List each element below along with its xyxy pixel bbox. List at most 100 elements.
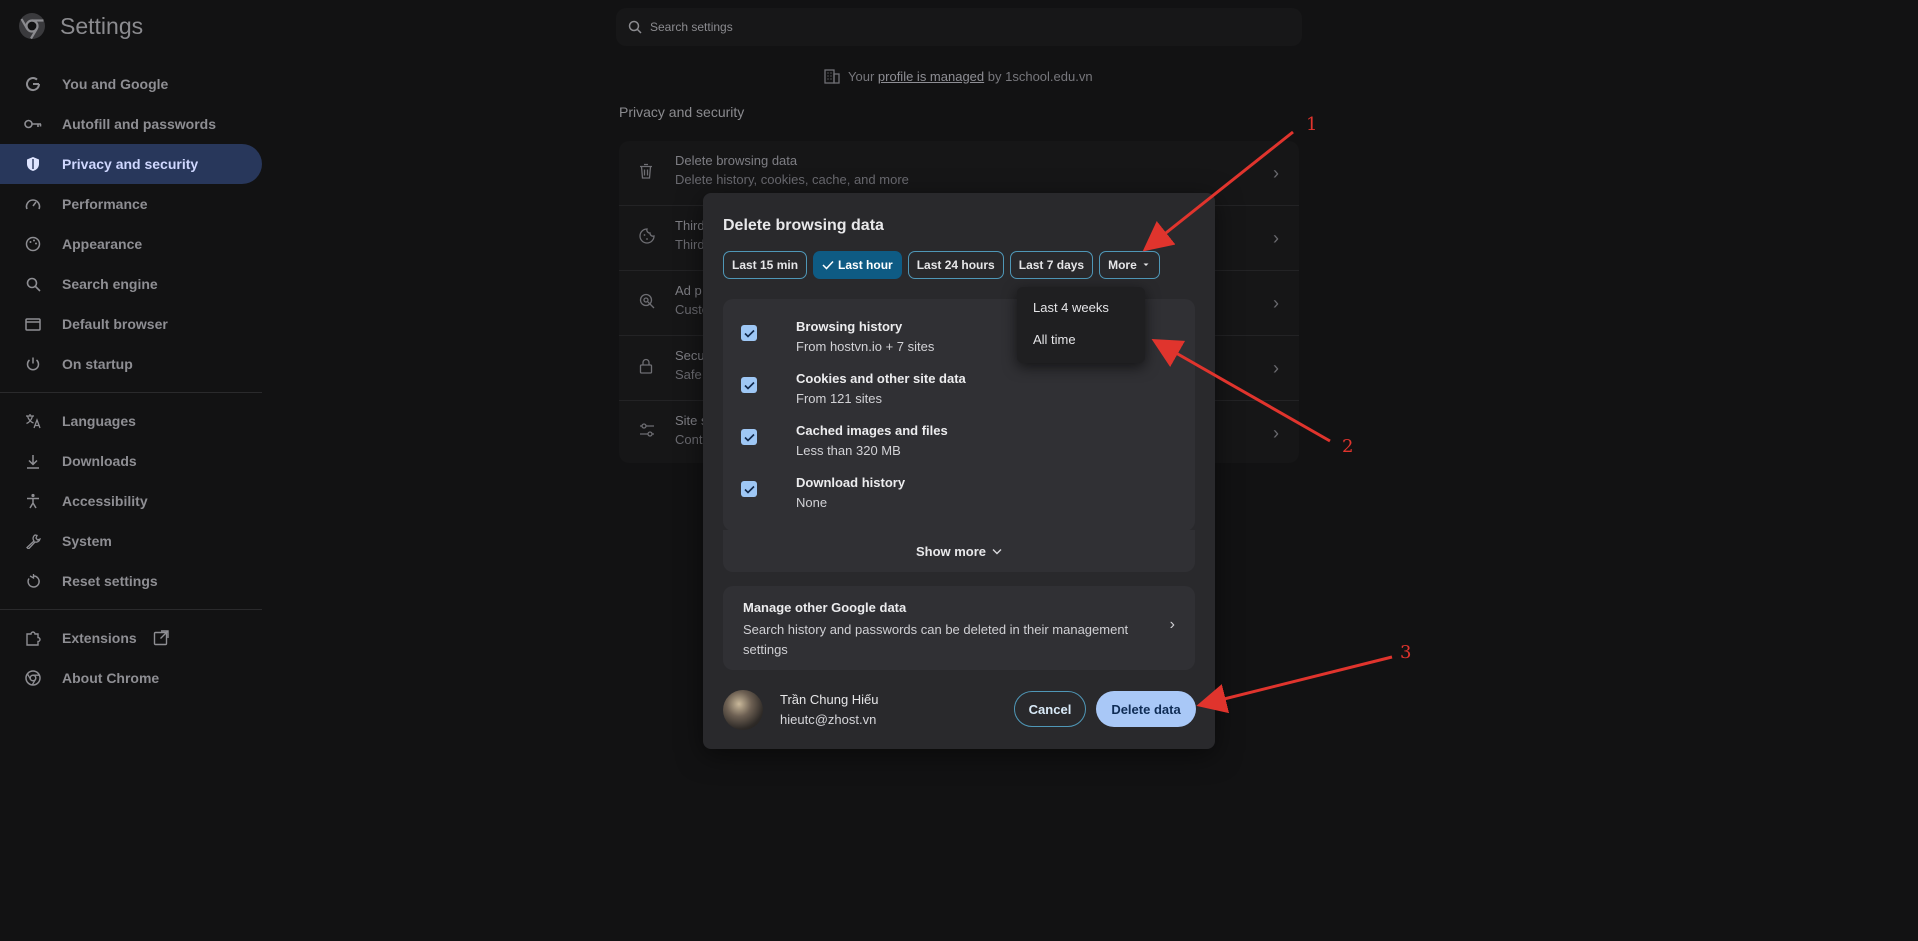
menu-item-all-time[interactable]: All time [1033, 332, 1076, 347]
chip-last-hour[interactable]: Last hour [813, 251, 902, 279]
trash-icon [639, 163, 657, 181]
download-icon [24, 452, 42, 470]
manage-google-data-row[interactable]: Manage other Google data Search history … [723, 586, 1195, 670]
managed-prefix: Your [848, 68, 875, 84]
sidebar-item-downloads[interactable]: Downloads [0, 441, 262, 481]
sidebar-item-about-chrome[interactable]: About Chrome [0, 658, 262, 698]
ad-privacy-icon [639, 293, 657, 311]
checkbox-browsing-history[interactable] [741, 325, 757, 341]
search-placeholder: Search settings [650, 20, 733, 34]
building-icon [824, 69, 840, 84]
sidebar-item-autofill[interactable]: Autofill and passwords [0, 104, 262, 144]
chevron-right-icon: › [1273, 228, 1279, 248]
speedometer-icon [24, 195, 42, 213]
chip-last-7-days[interactable]: Last 7 days [1009, 251, 1094, 279]
sidebar-item-reset-settings[interactable]: Reset settings [0, 561, 262, 601]
item-detail: Less than 320 MB [796, 443, 901, 458]
checkbox-cookies[interactable] [741, 377, 757, 393]
row-title: Third [675, 218, 705, 233]
sidebar-item-label: Default browser [62, 316, 168, 332]
checkbox-cached-images[interactable] [741, 429, 757, 445]
sidebar-item-label: System [62, 533, 112, 549]
sidebar-item-label: Reset settings [62, 573, 158, 589]
chip-label: Last 7 days [1018, 258, 1085, 272]
chip-more-dropdown[interactable]: More [1099, 251, 1160, 279]
settings-page: Settings Search settings You and Google … [0, 0, 1918, 941]
sidebar-item-label: Search engine [62, 276, 158, 292]
item-title: Cookies and other site data [796, 371, 966, 386]
chip-label: Last 24 hours [916, 258, 995, 272]
sidebar-divider [0, 392, 262, 393]
managed-suffix: by 1school.edu.vn [987, 68, 1093, 84]
check-icon [743, 433, 755, 442]
row-subtitle: Third [675, 237, 705, 252]
reset-icon [24, 572, 42, 590]
chevron-right-icon: › [1273, 163, 1279, 183]
chip-last-24-hours[interactable]: Last 24 hours [907, 251, 1004, 279]
wrench-icon [24, 532, 42, 550]
sidebar-item-search-engine[interactable]: Search engine [0, 264, 262, 304]
manage-description: Search history and passwords can be dele… [743, 622, 1129, 657]
show-more-button[interactable]: Show more [723, 530, 1195, 572]
sidebar-item-appearance[interactable]: Appearance [0, 224, 262, 264]
item-title: Cached images and files [796, 423, 948, 438]
menu-item-last-4-weeks[interactable]: Last 4 weeks [1033, 300, 1109, 315]
shield-icon [24, 155, 42, 173]
sidebar-item-label: Languages [62, 413, 136, 429]
sidebar-item-on-startup[interactable]: On startup [0, 344, 262, 384]
row-subtitle: Safe [675, 367, 702, 382]
item-detail: From hostvn.io + 7 sites [796, 339, 935, 354]
row-subtitle: Delete history, cookies, cache, and more [675, 172, 909, 187]
cookie-icon [639, 228, 657, 246]
sidebar-item-extensions[interactable]: Extensions [0, 618, 262, 658]
search-icon [628, 20, 642, 34]
chip-label: Last hour [838, 258, 893, 272]
user-name: Trần Chung Hiếu [780, 692, 879, 707]
external-link-icon [153, 630, 169, 646]
chrome-logo-icon [19, 13, 45, 40]
chip-label: More [1108, 258, 1137, 272]
sidebar-item-label: Autofill and passwords [62, 116, 217, 132]
palette-icon [24, 235, 42, 253]
time-range-chips: Last 15 min Last hour Last 24 hours Last… [723, 251, 1160, 279]
sliders-icon [639, 423, 657, 441]
sidebar-item-you-and-google[interactable]: You and Google [0, 64, 262, 104]
sidebar-divider [0, 609, 262, 610]
checkbox-download-history[interactable] [741, 481, 757, 497]
sidebar-item-label: Privacy and security [62, 156, 199, 172]
translate-icon [24, 412, 42, 430]
search-settings-input[interactable]: Search settings [616, 8, 1302, 46]
sidebar-item-performance[interactable]: Performance [0, 184, 262, 224]
more-time-range-menu: Last 4 weeks All time [1017, 287, 1145, 363]
chip-last-15-min[interactable]: Last 15 min [723, 251, 808, 279]
sidebar: You and Google Autofill and passwords Pr… [0, 64, 262, 698]
app-header: Settings [18, 12, 143, 40]
sidebar-item-label: You and Google [62, 76, 169, 92]
show-more-label: Show more [915, 543, 987, 559]
sidebar-item-system[interactable]: System [0, 521, 262, 561]
sidebar-item-default-browser[interactable]: Default browser [0, 304, 262, 344]
annotation-label-3: 3 [1400, 642, 1412, 663]
profile-managed-link[interactable]: profile is managed [878, 69, 984, 84]
item-title: Download history [796, 475, 906, 490]
cancel-button[interactable]: Cancel [1014, 691, 1086, 727]
sidebar-item-label: About Chrome [62, 670, 160, 686]
sidebar-item-accessibility[interactable]: Accessibility [0, 481, 262, 521]
sidebar-item-languages[interactable]: Languages [0, 401, 262, 441]
dialog-title: Delete browsing data [723, 217, 884, 234]
sidebar-item-label: Downloads [62, 453, 137, 469]
google-icon [24, 75, 42, 93]
row-title: Secu [675, 348, 705, 363]
annotation-label-2: 2 [1342, 436, 1354, 457]
item-detail: From 121 sites [796, 391, 882, 406]
delete-data-button[interactable]: Delete data [1096, 691, 1196, 727]
chevron-right-icon: › [1273, 358, 1279, 378]
chevron-right-icon: › [1273, 293, 1279, 313]
lock-icon [639, 358, 657, 376]
check-icon [822, 260, 834, 270]
row-title: Delete browsing data [675, 153, 798, 168]
check-icon [743, 329, 755, 338]
sidebar-item-privacy-and-security[interactable]: Privacy and security [0, 144, 262, 184]
annotation-arrow-3 [1196, 655, 1393, 714]
delete-browsing-data-dialog: Delete browsing data Last 15 min Last ho… [703, 193, 1215, 749]
